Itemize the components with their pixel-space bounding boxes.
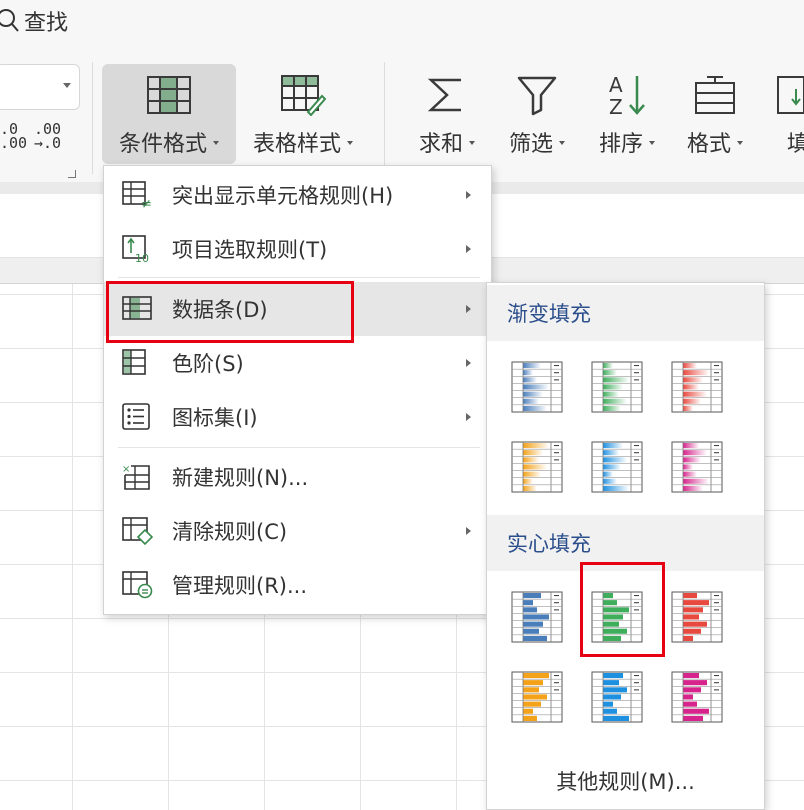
- menu-item-label: 新建规则(N)...: [172, 466, 309, 490]
- table-style-button[interactable]: 表格样式: [244, 64, 362, 164]
- ribbon-separator: [92, 62, 93, 174]
- conditional-format-button[interactable]: 条件格式: [102, 64, 236, 164]
- table-style-icon: [280, 64, 326, 126]
- highlight-rules-icon: ≠: [122, 181, 152, 209]
- menu-item-label: 管理规则(R)...: [172, 574, 308, 598]
- manage-rules-icon: [122, 571, 153, 599]
- top-bottom-rules-icon: 10: [122, 235, 149, 263]
- chevron-right-icon: [466, 305, 471, 313]
- solid-blue-swatch[interactable]: [509, 589, 565, 645]
- sum-label: 求和: [418, 132, 463, 157]
- gradient-blue-swatch[interactable]: [509, 359, 565, 415]
- menu-item-label: 色阶(S): [172, 352, 244, 376]
- icon-sets-icon: [122, 403, 150, 430]
- conditional-format-label: 条件格式: [118, 132, 207, 157]
- format-label: 格式: [686, 132, 731, 157]
- menu-divider: [118, 277, 480, 278]
- ribbon-separator: [384, 62, 385, 174]
- search-box[interactable]: 查找: [0, 6, 68, 36]
- svg-text:A: A: [609, 73, 623, 97]
- color-scales-icon: [122, 349, 146, 375]
- search-icon: [0, 9, 19, 32]
- dropdown-arrow-icon: [347, 141, 353, 145]
- solid-purple-swatch[interactable]: [669, 669, 725, 725]
- menu-item-data-bars[interactable]: 数据条(D): [104, 282, 491, 336]
- gradient-orange-swatch[interactable]: [509, 439, 565, 495]
- chevron-right-icon: [466, 527, 471, 535]
- gradient-fill-header: 渐变填充: [487, 285, 764, 341]
- menu-item-color-scales[interactable]: 色阶(S): [104, 336, 491, 390]
- table-style-label: 表格样式: [252, 132, 341, 157]
- decrease-decimal-button[interactable]: .00 →.0: [34, 122, 62, 152]
- filter-icon: [516, 64, 558, 126]
- solid-green-swatch[interactable]: [589, 589, 645, 645]
- solid-orange-swatch[interactable]: [509, 669, 565, 725]
- dropdown-arrow-icon: [469, 141, 475, 145]
- svg-text:×: ×: [122, 464, 130, 475]
- more-rules-button[interactable]: 其他规则(M)...: [487, 753, 764, 809]
- filter-button[interactable]: 筛选: [500, 64, 574, 164]
- gradient-fill-label: 渐变填充: [507, 302, 591, 326]
- clear-rules-icon: [122, 517, 154, 545]
- menu-item-label: 项目选取规则(T): [172, 238, 328, 262]
- chevron-right-icon: [466, 359, 471, 367]
- chevron-right-icon: [466, 245, 471, 253]
- gradient-red-swatch[interactable]: [669, 359, 725, 415]
- menu-item-highlight-rules[interactable]: ≠ 突出显示单元格规则(H): [104, 168, 491, 222]
- conditional-format-icon: [146, 64, 192, 126]
- new-rule-icon: ×: [122, 464, 150, 490]
- solid-light-blue-swatch[interactable]: [589, 669, 645, 725]
- sum-button[interactable]: 求和: [410, 64, 484, 164]
- chevron-down-icon: [63, 83, 71, 88]
- fill-button[interactable]: 填充: [768, 64, 804, 164]
- increase-decimal-button[interactable]: .0 .00: [0, 122, 28, 152]
- filter-label: 筛选: [508, 132, 553, 157]
- format-button[interactable]: 格式: [678, 64, 752, 164]
- svg-text:Z: Z: [609, 95, 623, 118]
- decimal-bottom-text: →.0: [34, 134, 62, 152]
- menu-item-label: 图标集(I): [172, 406, 258, 430]
- sort-az-icon: A Z: [605, 64, 649, 126]
- dropdown-arrow-icon: [737, 141, 743, 145]
- gradient-green-swatch[interactable]: [589, 359, 645, 415]
- search-label: 查找: [24, 11, 69, 36]
- fill-label: 填充: [787, 132, 804, 157]
- sort-label: 排序: [598, 132, 643, 157]
- menu-divider: [118, 447, 480, 448]
- solid-fill-label: 实心填充: [507, 532, 591, 556]
- menu-item-top-bottom-rules[interactable]: 10 项目选取规则(T): [104, 222, 491, 276]
- dropdown-arrow-icon: [559, 141, 565, 145]
- sort-button[interactable]: A Z 排序: [590, 64, 664, 164]
- data-bars-submenu: 渐变填充 实心填充 其他规则(M)...: [486, 282, 765, 810]
- svg-text:10: 10: [135, 252, 149, 263]
- chevron-right-icon: [466, 191, 471, 199]
- menu-item-clear-rules[interactable]: 清除规则(C): [104, 504, 491, 558]
- format-icon: [693, 64, 737, 126]
- gradient-purple-swatch[interactable]: [669, 439, 725, 495]
- chevron-right-icon: [466, 413, 471, 421]
- gradient-light-blue-swatch[interactable]: [589, 439, 645, 495]
- menu-item-manage-rules[interactable]: 管理规则(R)...: [104, 558, 491, 612]
- menu-item-new-rule[interactable]: × 新建规则(N)...: [104, 450, 491, 504]
- data-bars-icon: [122, 296, 152, 320]
- solid-red-swatch[interactable]: [669, 589, 725, 645]
- sigma-icon: [427, 64, 467, 126]
- dialog-launcher-icon[interactable]: [68, 170, 76, 178]
- conditional-format-menu: ≠ 突出显示单元格规则(H) 10 项目选取规则(T) 数据条(D) 色阶(S)…: [103, 165, 492, 615]
- menu-item-label: 清除规则(C): [172, 520, 288, 544]
- fill-icon: [768, 64, 804, 126]
- more-rules-label: 其他规则(M)...: [556, 770, 695, 794]
- menu-item-icon-sets[interactable]: 图标集(I): [104, 390, 491, 444]
- dropdown-arrow-icon: [649, 141, 655, 145]
- menu-item-label: 突出显示单元格规则(H): [172, 184, 394, 208]
- menu-item-label: 数据条(D): [172, 298, 268, 322]
- dropdown-arrow-icon: [213, 141, 219, 145]
- decimal-bottom-text: .00: [0, 134, 28, 152]
- font-size-select[interactable]: [0, 64, 80, 110]
- solid-fill-header: 实心填充: [487, 515, 764, 571]
- svg-text:≠: ≠: [141, 197, 152, 209]
